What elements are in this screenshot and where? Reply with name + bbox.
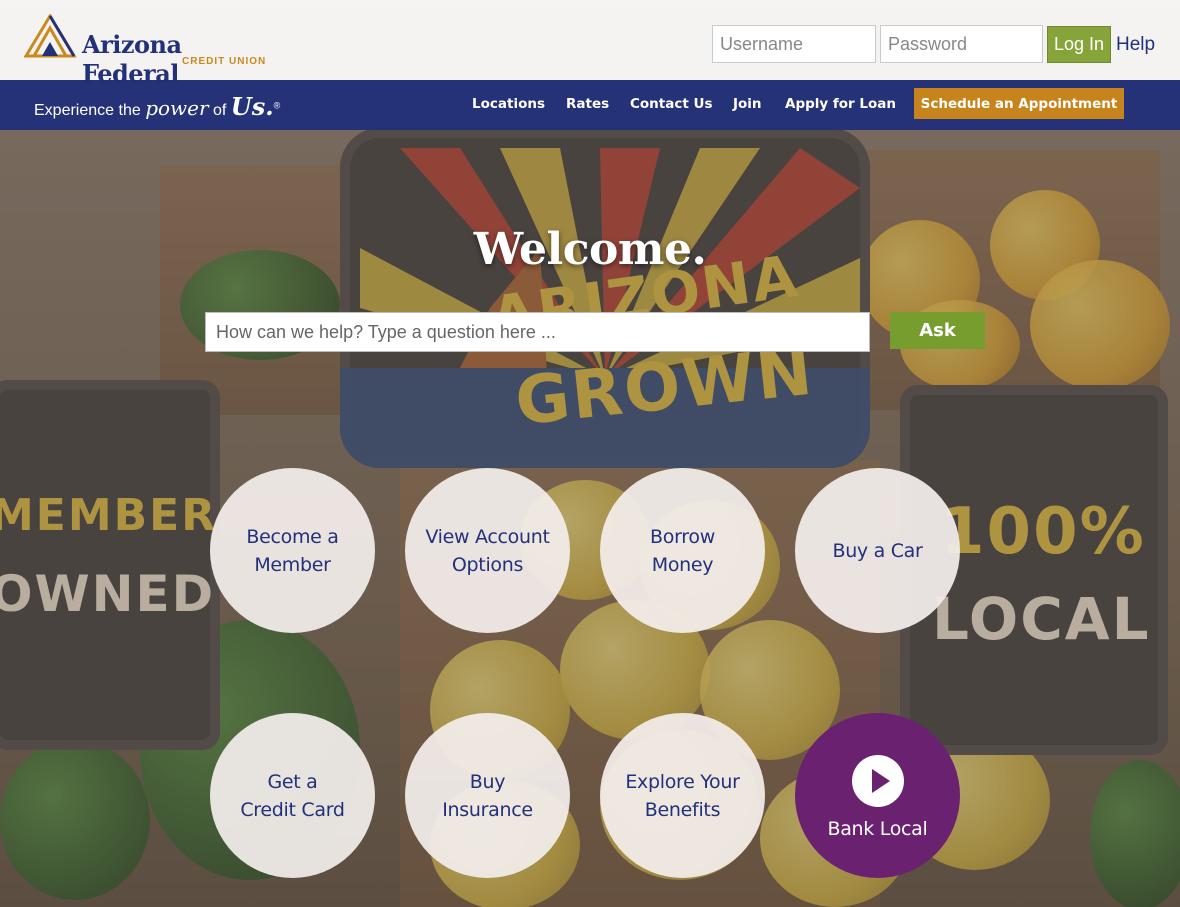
view-account-options-circle[interactable]: View Account Options	[405, 468, 570, 633]
nav-contact-us[interactable]: Contact Us	[630, 96, 713, 112]
tagline-power: power	[145, 96, 209, 120]
circle-label: Explore Your Benefits	[625, 770, 740, 821]
nav-locations[interactable]: Locations	[472, 96, 545, 112]
borrow-money-circle[interactable]: Borrow Money	[600, 468, 765, 633]
bank-local-label: Bank Local	[827, 817, 928, 840]
nav-rates[interactable]: Rates	[566, 96, 609, 112]
login-button[interactable]: Log In	[1047, 26, 1111, 63]
welcome-heading: Welcome.	[473, 224, 707, 275]
help-link[interactable]: Help	[1116, 34, 1155, 56]
circle-label: Borrow Money	[650, 525, 715, 576]
circle-label: Get a Credit Card	[240, 770, 345, 821]
schedule-appointment-button[interactable]: Schedule an Appointment	[914, 88, 1124, 119]
buy-insurance-circle[interactable]: Buy Insurance	[405, 713, 570, 878]
circle-label: View Account Options	[425, 525, 550, 576]
circle-label: Buy a Car	[832, 539, 923, 562]
buy-a-car-circle[interactable]: Buy a Car	[795, 468, 960, 633]
arizona-federal-logo[interactable]: Arizona Federal CREDIT UNION	[24, 12, 284, 88]
nav-apply-for-loan[interactable]: Apply for Loan	[785, 96, 896, 112]
get-credit-card-circle[interactable]: Get a Credit Card	[210, 713, 375, 878]
become-member-circle[interactable]: Become a Member	[210, 468, 375, 633]
help-search-input[interactable]	[205, 312, 870, 352]
hero-background-image: MEMBER OWNED 100% LOCAL ARIZONA GROWN	[0, 0, 1180, 907]
circle-label: Buy Insurance	[442, 770, 533, 821]
bank-local-video-circle[interactable]: Bank Local	[795, 713, 960, 878]
tagline-registered-mark: ®	[273, 100, 281, 111]
nav-join[interactable]: Join	[733, 96, 762, 112]
tagline: Experience the power of Us.®	[34, 92, 280, 121]
tagline-us: Us.	[230, 92, 274, 121]
ask-button[interactable]: Ask	[890, 312, 985, 349]
tagline-pre: Experience the	[34, 102, 146, 119]
main-nav: Experience the power of Us.® Locations R…	[0, 80, 1180, 130]
tagline-of: of	[208, 102, 231, 119]
play-icon	[851, 754, 904, 807]
explore-benefits-circle[interactable]: Explore Your Benefits	[600, 713, 765, 878]
password-input[interactable]	[880, 25, 1043, 63]
logo-subtitle: CREDIT UNION	[182, 56, 267, 67]
top-header: Arizona Federal CREDIT UNION Log In Help	[0, 0, 1180, 88]
circle-label: Become a Member	[246, 525, 339, 576]
logo-mark-icon	[24, 14, 77, 58]
username-input[interactable]	[712, 25, 876, 63]
